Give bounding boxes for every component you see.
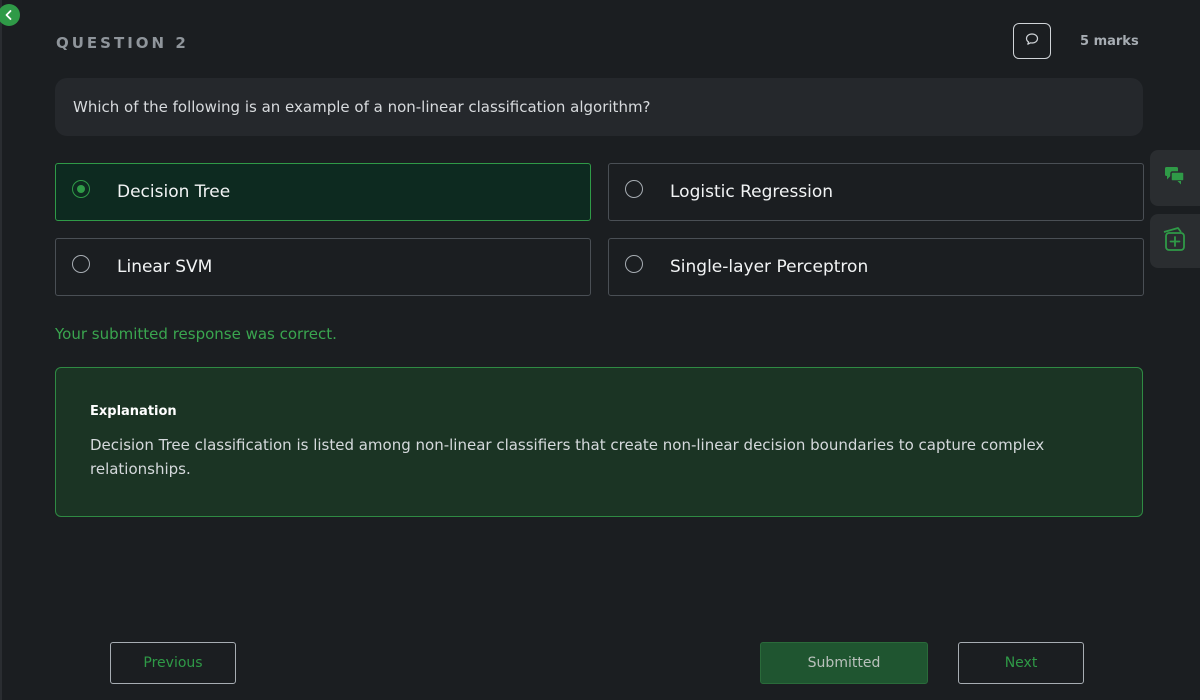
- option-label: Decision Tree: [117, 182, 231, 202]
- option-linear-svm[interactable]: Linear SVM: [55, 238, 591, 296]
- radio-button[interactable]: [625, 255, 643, 273]
- question-box: Which of the following is an example of …: [55, 78, 1143, 136]
- back-icon: [3, 6, 15, 25]
- option-single-layer-perceptron[interactable]: Single-layer Perceptron: [608, 238, 1144, 296]
- previous-button[interactable]: Previous: [110, 642, 236, 684]
- back-button[interactable]: [0, 4, 20, 26]
- submitted-button[interactable]: Submitted: [760, 642, 928, 684]
- option-label: Logistic Regression: [670, 182, 834, 202]
- chat-icon: [1163, 165, 1187, 191]
- feedback-message: Your submitted response was correct.: [55, 325, 337, 343]
- option-decision-tree[interactable]: Decision Tree: [55, 163, 591, 221]
- explanation-box: Explanation Decision Tree classification…: [55, 367, 1143, 517]
- explanation-title: Explanation: [90, 404, 177, 419]
- radio-button[interactable]: [625, 180, 643, 198]
- radio-selected-dot: [76, 184, 85, 193]
- question-number-label: QUESTION 2: [56, 34, 189, 52]
- add-card-tool-button[interactable]: [1150, 214, 1200, 268]
- left-edge-divider: [0, 0, 2, 700]
- option-label: Single-layer Perceptron: [670, 257, 869, 277]
- question-text: Which of the following is an example of …: [73, 98, 651, 116]
- option-label: Linear SVM: [117, 257, 213, 277]
- add-card-icon: [1160, 224, 1190, 258]
- explanation-text: Decision Tree classification is listed a…: [90, 436, 1045, 478]
- next-button[interactable]: Next: [958, 642, 1084, 684]
- marks-label: 5 marks: [1080, 34, 1139, 49]
- chat-tool-button[interactable]: [1150, 150, 1200, 206]
- radio-button[interactable]: [72, 180, 90, 198]
- radio-button[interactable]: [72, 255, 90, 273]
- quiz-page: QUESTION 2 5 marks Which of the followin…: [0, 0, 1200, 700]
- comment-icon: [1024, 31, 1040, 51]
- option-logistic-regression[interactable]: Logistic Regression: [608, 163, 1144, 221]
- comment-button[interactable]: [1013, 23, 1051, 59]
